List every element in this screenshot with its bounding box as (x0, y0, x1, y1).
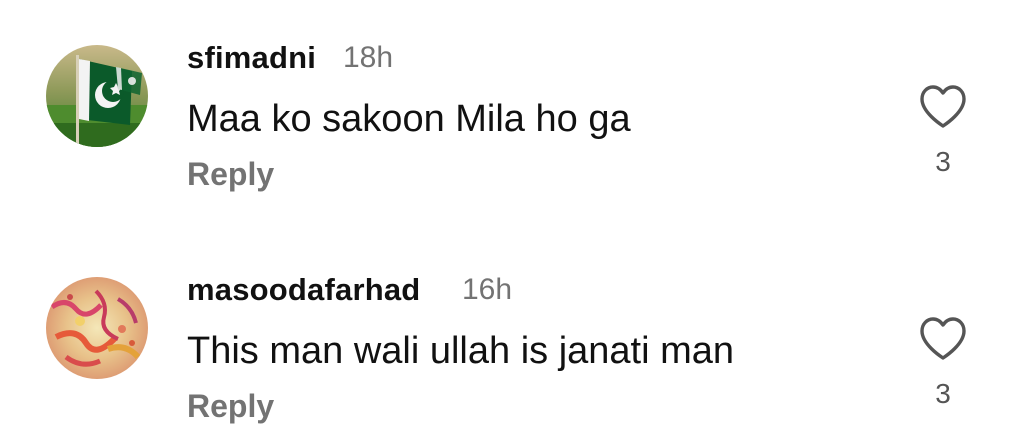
pakistan-flag-icon (46, 45, 148, 147)
reply-button[interactable]: Reply (187, 388, 274, 425)
comment-timestamp: 16h (462, 273, 513, 306)
avatar[interactable] (46, 277, 148, 379)
avatar[interactable] (46, 45, 148, 147)
comment-item: sfimadni 18h Maa ko sakoon Mila ho ga Re… (0, 0, 1024, 200)
heart-icon[interactable] (918, 84, 968, 130)
reply-button[interactable]: Reply (187, 156, 274, 193)
comment-username[interactable]: sfimadni (187, 40, 316, 76)
comment-username[interactable]: masoodafarhad (187, 272, 420, 308)
calligraphy-icon (46, 277, 148, 379)
like-count: 3 (935, 146, 951, 177)
like-count: 3 (935, 378, 951, 409)
comment-text: Maa ko sakoon Mila ho ga (187, 98, 631, 140)
comment-item: masoodafarhad 16h This man wali ullah is… (0, 232, 1024, 432)
comment-text: This man wali ullah is janati man (187, 330, 735, 372)
comment-timestamp: 18h (343, 41, 394, 74)
heart-icon[interactable] (918, 316, 968, 362)
